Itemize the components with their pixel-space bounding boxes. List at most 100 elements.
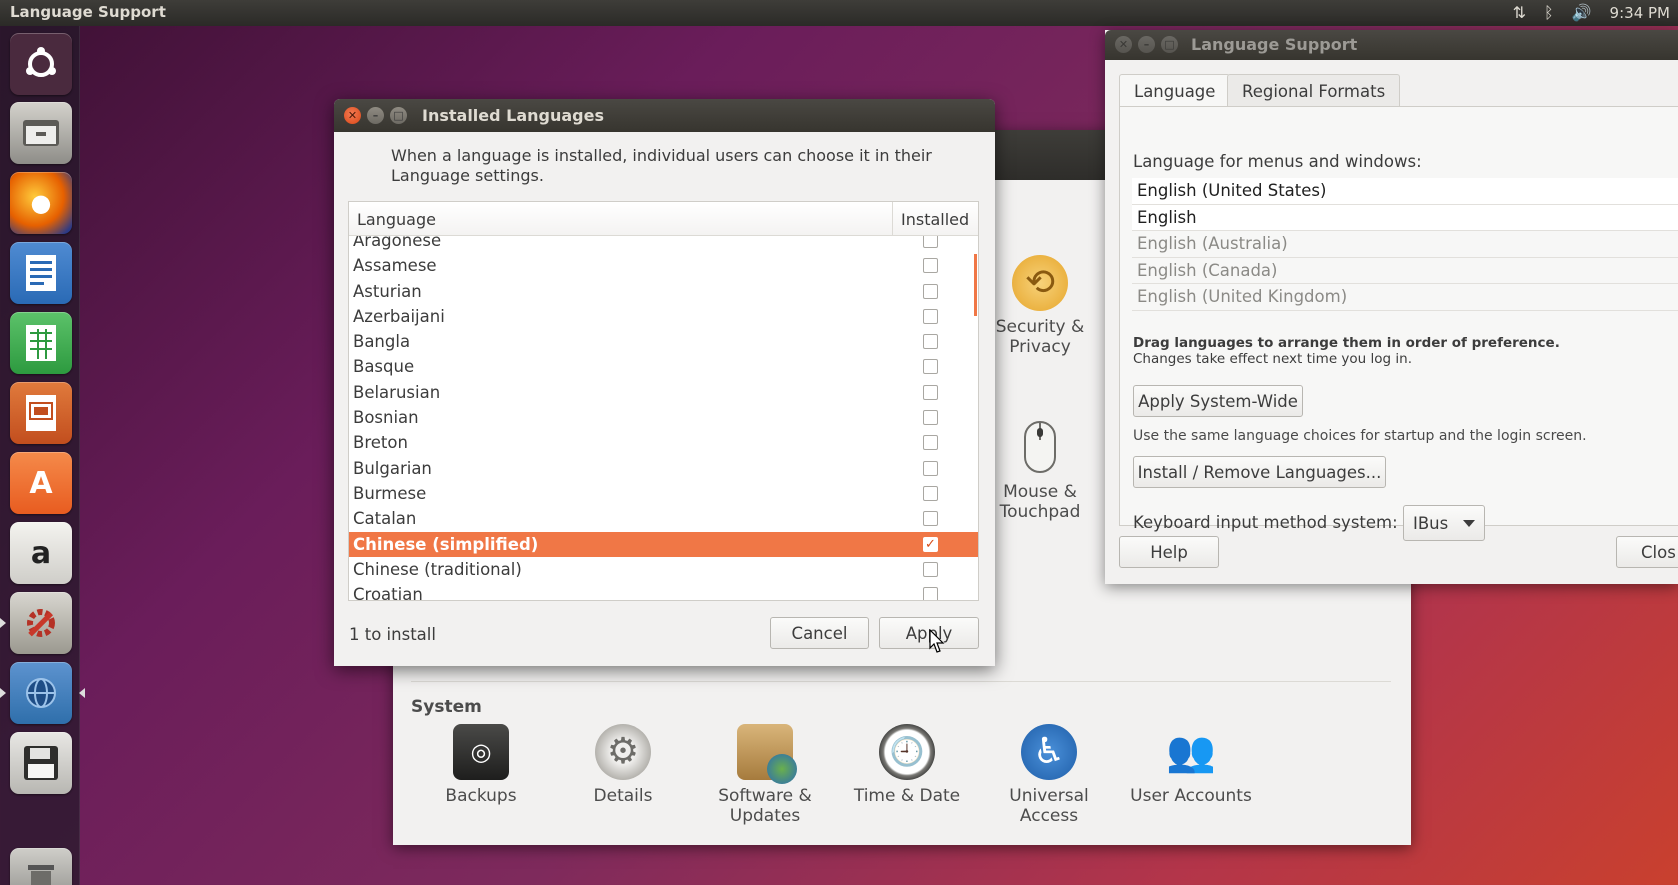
installed-checkbox[interactable]: ✓: [923, 536, 938, 552]
language-name: Bosnian: [353, 408, 419, 428]
details-icon: ⚙: [595, 724, 651, 780]
mouse-pointer-icon: [929, 629, 945, 653]
install-remove-languages-button[interactable]: Install / Remove Languages...: [1133, 456, 1386, 488]
tab-regional-formats[interactable]: Regional Formats: [1227, 74, 1401, 107]
maximize-icon[interactable]: □: [1161, 36, 1178, 53]
section-divider: [411, 681, 1391, 682]
language-name: Bulgarian: [353, 458, 432, 478]
bluetooth-icon[interactable]: ᛒ: [1544, 3, 1554, 22]
installed-checkbox[interactable]: [923, 435, 938, 451]
installed-checkbox[interactable]: [923, 485, 938, 501]
language-name: Catalan: [353, 509, 417, 529]
language-support-icon[interactable]: [0, 662, 85, 724]
list-item[interactable]: English: [1132, 204, 1678, 231]
maximize-icon[interactable]: □: [390, 107, 407, 124]
tab-language[interactable]: Language: [1119, 74, 1231, 107]
apply-system-wide-button[interactable]: Apply System-Wide: [1133, 385, 1303, 417]
table-row[interactable]: Belarusian: [349, 380, 978, 405]
system-settings-icon[interactable]: [0, 592, 72, 654]
table-row[interactable]: Chinese (simplified) ✓: [349, 531, 978, 557]
software-updates-item[interactable]: Software & Updates: [700, 724, 830, 826]
list-item[interactable]: English (United States): [1132, 178, 1678, 205]
keyboard-input-method-label: Keyboard input method system:: [1133, 513, 1398, 532]
installed-checkbox[interactable]: [923, 511, 938, 527]
installed-checkbox[interactable]: [923, 460, 938, 476]
libreoffice-impress-icon[interactable]: [10, 382, 72, 444]
installed-checkbox[interactable]: [923, 561, 938, 577]
installed-checkbox[interactable]: [923, 587, 938, 600]
table-row[interactable]: Burmese: [349, 481, 978, 506]
language-name: Chinese (traditional): [353, 559, 522, 579]
table-row[interactable]: Chinese (traditional): [349, 557, 978, 582]
volume-icon[interactable]: 🔊: [1572, 3, 1592, 22]
table-row[interactable]: Croatian: [349, 582, 978, 600]
universal-access-item[interactable]: ♿ Universal Access: [984, 724, 1114, 826]
installed-checkbox[interactable]: [923, 410, 938, 426]
scrollbar[interactable]: [974, 254, 977, 316]
network-updown-icon[interactable]: ⇅: [1513, 3, 1526, 22]
language-support-window: ✕ – □ Language Support Language Regional…: [1105, 30, 1678, 584]
libreoffice-writer-icon[interactable]: [10, 242, 72, 304]
table-row[interactable]: Assamese: [349, 253, 978, 278]
table-row[interactable]: Breton: [349, 430, 978, 455]
installed-checkbox[interactable]: [923, 258, 938, 274]
close-button[interactable]: Clos: [1616, 536, 1678, 568]
table-row[interactable]: Azerbaijani: [349, 304, 978, 329]
close-icon[interactable]: ✕: [1115, 36, 1132, 53]
installed-checkbox[interactable]: [923, 308, 938, 324]
backups-item[interactable]: ◎ Backups: [416, 724, 546, 806]
system-section-heading: System: [411, 697, 482, 717]
software-updates-label: Software & Updates: [718, 786, 812, 826]
drag-instructions-note: Changes take effect next time you log in…: [1133, 351, 1412, 367]
user-accounts-icon: 👥: [1166, 729, 1216, 775]
window-title: Language Support: [1191, 35, 1358, 54]
dialog-title: Installed Languages: [422, 106, 605, 125]
list-item[interactable]: English (Australia): [1132, 231, 1678, 258]
installed-checkbox[interactable]: [923, 359, 938, 375]
column-header-installed[interactable]: Installed: [892, 202, 978, 236]
libreoffice-calc-icon[interactable]: [10, 312, 72, 374]
list-item[interactable]: English (Canada): [1132, 258, 1678, 284]
keyboard-input-method-value: IBus: [1413, 514, 1449, 533]
installed-checkbox[interactable]: [923, 334, 938, 350]
language-name: Breton: [353, 433, 408, 453]
details-item[interactable]: ⚙ Details: [558, 724, 688, 806]
cancel-button[interactable]: Cancel: [770, 617, 869, 649]
table-row[interactable]: Bulgarian: [349, 456, 978, 481]
table-row[interactable]: Asturian: [349, 279, 978, 304]
software-center-icon[interactable]: A: [10, 452, 72, 514]
user-accounts-item[interactable]: 👥 User Accounts: [1126, 724, 1256, 806]
keyboard-input-method-select[interactable]: IBus: [1403, 505, 1485, 541]
clock[interactable]: 9:34 PM: [1610, 4, 1670, 22]
user-accounts-label: User Accounts: [1130, 786, 1252, 806]
amazon-icon[interactable]: a: [10, 522, 72, 584]
save-disk-icon[interactable]: [10, 732, 72, 794]
trash-icon[interactable]: [10, 848, 72, 885]
table-row[interactable]: Bangla: [349, 329, 978, 354]
list-item[interactable]: English (United Kingdom): [1132, 284, 1678, 311]
software-updates-icon: [737, 724, 797, 784]
files-icon[interactable]: [10, 102, 72, 164]
time-date-item[interactable]: 🕘 Time & Date: [842, 724, 972, 806]
table-row[interactable]: Basque: [349, 354, 978, 379]
close-icon[interactable]: ✕: [344, 107, 361, 124]
language-name: Asturian: [353, 281, 422, 301]
table-row[interactable]: Catalan: [349, 506, 978, 531]
preferred-language-list[interactable]: English (United States) English English (A…: [1132, 178, 1678, 311]
column-header-language[interactable]: Language: [357, 210, 436, 229]
drag-instructions-bold: Drag languages to arrange them in order …: [1133, 335, 1560, 351]
installed-checkbox[interactable]: [923, 283, 938, 299]
installed-checkbox[interactable]: [923, 384, 938, 400]
chevron-down-icon: [1463, 520, 1475, 527]
ubuntu-dash-icon[interactable]: [10, 33, 72, 95]
minimize-icon[interactable]: –: [367, 107, 384, 124]
universal-access-label: Universal Access: [1009, 786, 1089, 826]
minimize-icon[interactable]: –: [1138, 36, 1155, 53]
table-row[interactable]: Bosnian: [349, 405, 978, 430]
help-button[interactable]: Help: [1119, 536, 1219, 568]
time-date-icon: 🕘: [879, 724, 935, 780]
language-table[interactable]: Aragonese Assamese Asturian Azerbaijani Bang…: [348, 201, 979, 601]
installed-languages-dialog: ✕ – □ Installed Languages When a languag…: [334, 99, 995, 666]
firefox-icon[interactable]: ●: [10, 172, 72, 234]
language-name: Burmese: [353, 483, 427, 503]
